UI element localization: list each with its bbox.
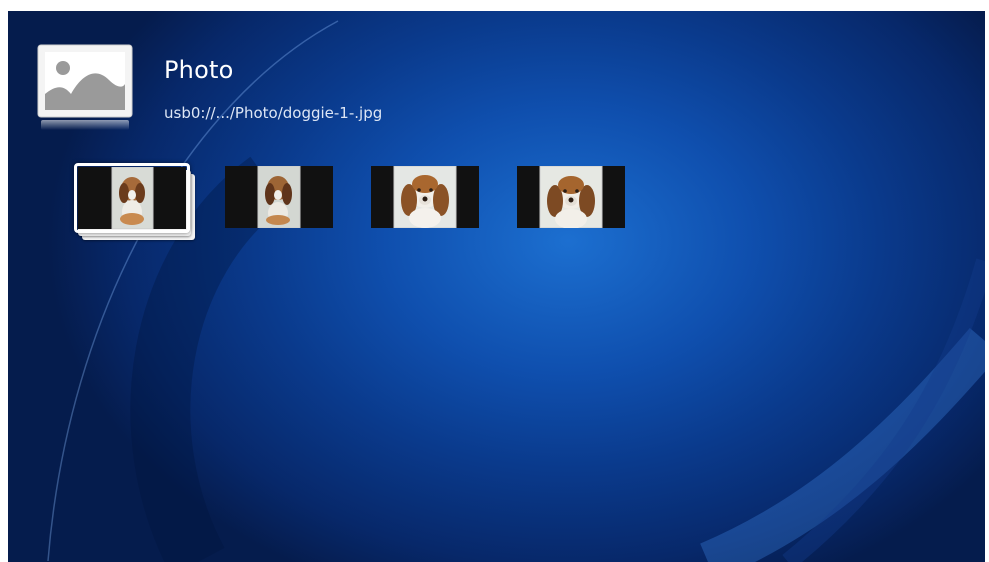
dog-photo xyxy=(78,167,186,229)
photo-thumbnail-2[interactable] xyxy=(225,166,333,228)
photo-thumbnail-4[interactable] xyxy=(517,166,625,228)
thumbnail-image xyxy=(78,167,186,229)
dog-photo xyxy=(517,166,625,228)
photo-thumbnail-3[interactable] xyxy=(371,166,479,228)
dog-photo xyxy=(225,166,333,228)
thumbnail-row xyxy=(8,11,985,562)
dog-photo xyxy=(371,166,479,228)
photo-browser-screen: Photo usb0://.../Photo/doggie-1-.jpg xyxy=(8,11,985,562)
